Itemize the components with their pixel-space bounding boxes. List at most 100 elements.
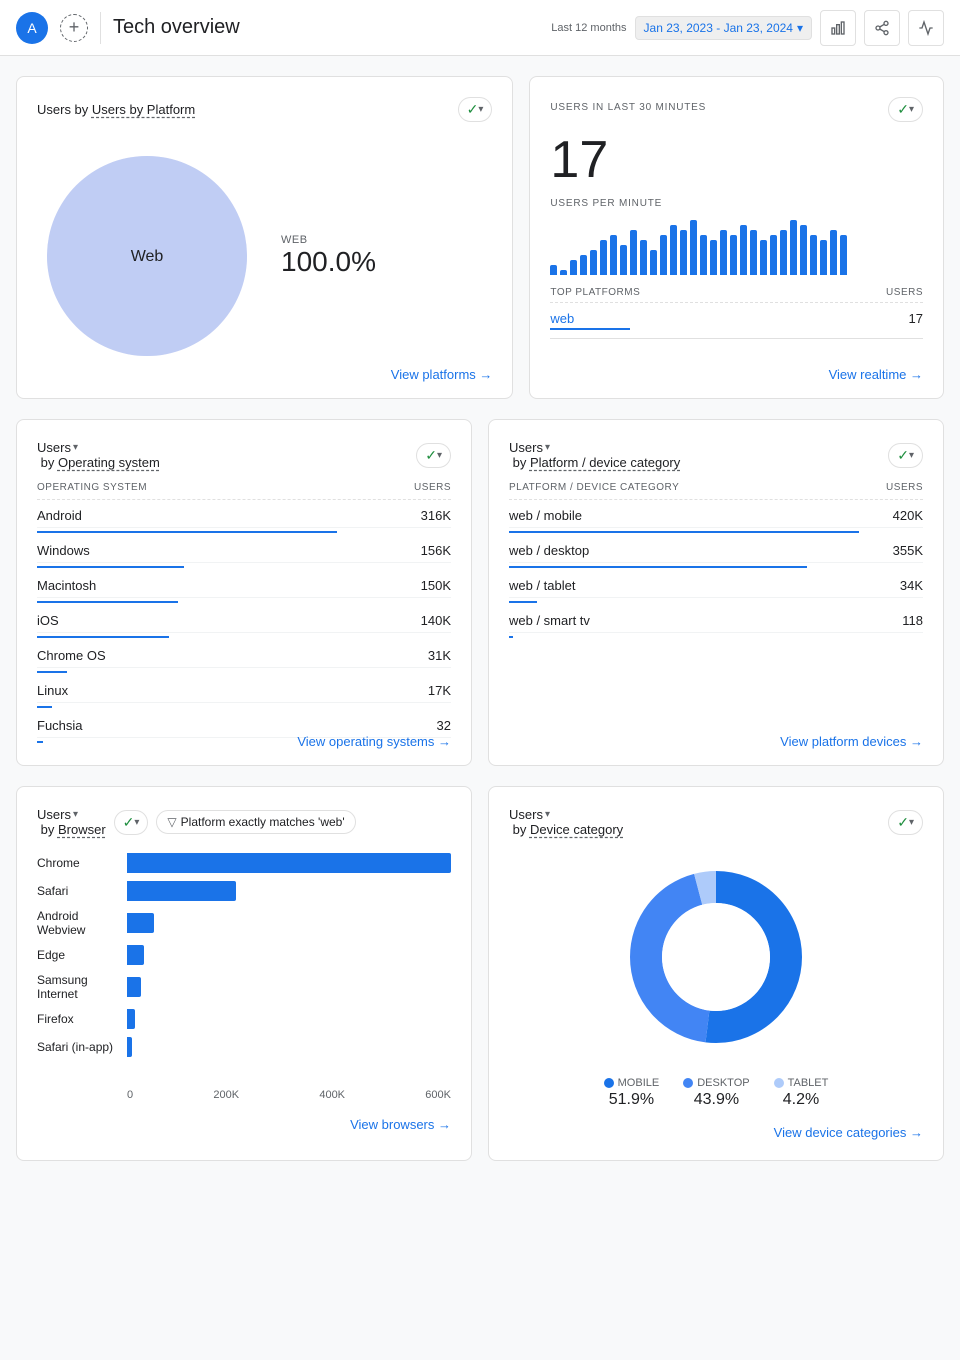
platform-card-title: Users by Users by Platform: [37, 102, 195, 117]
pd-data-row: web / mobile 420K: [509, 500, 923, 528]
os-row-value: 156K: [421, 543, 451, 558]
pd-col2: USERS: [886, 482, 923, 493]
platform-dimension-link[interactable]: Users by Platform: [92, 102, 195, 117]
legend-pct: 4.2%: [783, 1091, 819, 1109]
pd-dimension-link[interactable]: Platform / device category: [530, 455, 680, 470]
view-realtime-link[interactable]: View realtime →: [829, 367, 923, 382]
rt-bar: [550, 265, 557, 275]
browser-title-dropdown[interactable]: Users▾: [37, 807, 106, 822]
os-row-bar: [37, 601, 178, 603]
x-axis-label: 400K: [319, 1089, 345, 1101]
os-title-dropdown[interactable]: Users▾: [37, 440, 160, 455]
rt-bar: [670, 225, 677, 275]
view-device-link[interactable]: View device categories →: [509, 1125, 923, 1140]
os-table-row: Macintosh 150K: [37, 570, 451, 603]
legend-item: DESKTOP 43.9%: [683, 1077, 749, 1109]
device-card-header: Users▾ by Device category ✓ ▾: [509, 807, 923, 837]
check-icon: ✓: [467, 101, 479, 118]
pd-row-value: 34K: [900, 578, 923, 593]
date-range-picker[interactable]: Jan 23, 2023 - Jan 23, 2024 ▾: [635, 16, 812, 40]
browser-row: Android Webview: [37, 909, 451, 937]
pie-legend-value: 100.0%: [281, 246, 376, 278]
share-icon-button[interactable]: [864, 10, 900, 46]
realtime-check-dropdown[interactable]: ✓ ▾: [888, 97, 923, 122]
rt-platform-name[interactable]: web: [550, 311, 630, 326]
legend-item: MOBILE 51.9%: [604, 1077, 660, 1109]
os-data-row: Linux 17K: [37, 675, 451, 703]
browser-name: Safari (in-app): [37, 1040, 127, 1054]
device-title-dropdown[interactable]: Users▾: [509, 807, 623, 822]
rt-bar: [800, 225, 807, 275]
check-icon-dev: ✓: [897, 814, 909, 831]
pd-table-row: web / mobile 420K: [509, 500, 923, 533]
os-table-row: Chrome OS 31K: [37, 640, 451, 673]
pie-legend: WEB 100.0%: [281, 234, 376, 278]
browser-check-dropdown[interactable]: ✓ ▾: [114, 810, 149, 835]
row-2: Users▾ by Operating system ✓ ▾ OPERATING…: [16, 419, 944, 766]
browser-bar-wrap: [127, 977, 451, 997]
rt-bar: [570, 260, 577, 275]
view-browsers-link[interactable]: View browsers →: [37, 1117, 451, 1132]
pd-row-bar: [509, 531, 859, 533]
pd-check-dropdown[interactable]: ✓ ▾: [888, 443, 923, 468]
legend-dot: [604, 1078, 614, 1088]
os-card-title: Users▾ by Operating system: [37, 440, 160, 470]
add-button[interactable]: +: [60, 14, 88, 42]
os-card-header: Users▾ by Operating system ✓ ▾: [37, 440, 451, 470]
browser-name: Edge: [37, 948, 127, 962]
rt-bar: [750, 230, 757, 275]
rt-platform-count: 17: [909, 311, 923, 330]
rt-bar: [630, 230, 637, 275]
check-icon-br: ✓: [123, 814, 135, 831]
device-check-dropdown[interactable]: ✓ ▾: [888, 810, 923, 835]
settings-icon-button[interactable]: [908, 10, 944, 46]
os-row-bar: [37, 636, 169, 638]
caret-icon-pd: ▾: [909, 450, 914, 461]
legend-label: MOBILE: [604, 1077, 660, 1089]
legend-dot: [683, 1078, 693, 1088]
filter-badge[interactable]: ▽ Platform exactly matches 'web': [156, 810, 355, 834]
pie-legend-web: WEB 100.0%: [281, 234, 376, 278]
rt-bar: [740, 225, 747, 275]
rt-bar: [660, 235, 667, 275]
os-table-row: Android 316K: [37, 500, 451, 533]
os-data-row: Macintosh 150K: [37, 570, 451, 598]
os-check-dropdown[interactable]: ✓ ▾: [416, 443, 451, 468]
users-by-os-card: Users▾ by Operating system ✓ ▾ OPERATING…: [16, 419, 472, 766]
browser-bar-wrap: [127, 881, 451, 901]
browser-bar-wrap: [127, 913, 451, 933]
pd-title-dropdown[interactable]: Users▾: [509, 440, 680, 455]
rt-bar: [710, 240, 717, 275]
check-icon-os: ✓: [425, 447, 437, 464]
x-axis-label: 200K: [213, 1089, 239, 1101]
os-row-bar: [37, 566, 184, 568]
legend-pct: 43.9%: [694, 1091, 739, 1109]
browser-bar: [127, 853, 451, 873]
os-row-name: Windows: [37, 543, 90, 558]
os-row-name: Linux: [37, 683, 68, 698]
filter-icon: ▽: [167, 815, 176, 829]
rt-bar: [690, 220, 697, 275]
rt-bar: [620, 245, 627, 275]
browser-bar: [127, 977, 141, 997]
device-dimension-link[interactable]: Device category: [530, 822, 623, 837]
pie-legend-category: WEB: [281, 234, 376, 246]
rt-bar: [790, 220, 797, 275]
main-content: Users by Users by Platform ✓ ▾ Web: [0, 56, 960, 1201]
caret-icon: ▾: [478, 104, 483, 115]
view-os-link[interactable]: View operating systems →: [297, 734, 451, 749]
os-row-name: Fuchsia: [37, 718, 83, 733]
pd-row-name: web / smart tv: [509, 613, 590, 628]
browser-name: Android Webview: [37, 909, 127, 937]
rt-bar: [590, 250, 597, 275]
legend-pct: 51.9%: [609, 1091, 654, 1109]
pd-table: PLATFORM / DEVICE CATEGORY USERS web / m…: [509, 482, 923, 638]
view-pd-link[interactable]: View platform devices →: [780, 734, 923, 749]
platform-check-dropdown[interactable]: ✓ ▾: [458, 97, 493, 122]
os-dimension-link[interactable]: Operating system: [58, 455, 160, 470]
view-platforms-link[interactable]: View platforms →: [391, 367, 493, 382]
os-row-value: 31K: [428, 648, 451, 663]
browser-bar-wrap: [127, 1009, 451, 1029]
browser-dimension-link[interactable]: Browser: [58, 822, 106, 837]
bar-chart-icon-button[interactable]: [820, 10, 856, 46]
